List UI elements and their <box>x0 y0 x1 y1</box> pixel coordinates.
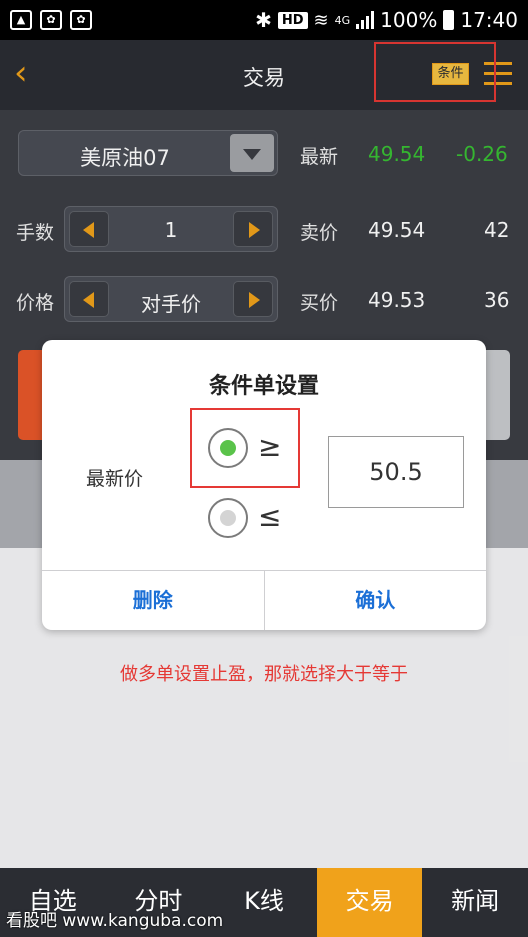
paw-icon: ✿ <box>70 10 92 30</box>
bluetooth-icon: ✱ <box>255 8 272 32</box>
status-bar: ▲ ✿ ✿ ✱ HD ≋ 4G 100% 17:40 <box>0 0 528 40</box>
dialog-title: 条件单设置 <box>208 374 319 399</box>
network-type: 4G <box>334 13 351 27</box>
nav-trade[interactable]: 交易 <box>316 868 423 937</box>
signal-icon <box>356 11 375 29</box>
image-icon: ▲ <box>10 10 32 30</box>
paw-icon: ✿ <box>40 10 62 30</box>
radio-less-equal[interactable] <box>208 498 248 538</box>
less-equal-label: ≤ <box>258 500 282 533</box>
battery-icon <box>443 10 455 30</box>
battery-percent: 100% <box>380 8 438 32</box>
trigger-price-input[interactable]: 50.5 <box>328 436 464 508</box>
delete-button[interactable]: 删除 <box>42 571 264 630</box>
annotation-hint: 做多单设置止盈，那就选择大于等于 <box>120 664 408 685</box>
nav-kline[interactable]: K线 <box>211 868 317 937</box>
highlight-box-radio <box>190 408 300 488</box>
hd-badge: HD <box>277 11 308 29</box>
clock: 17:40 <box>460 8 518 32</box>
wifi-icon: ≋ <box>313 9 329 31</box>
nav-news[interactable]: 新闻 <box>422 868 528 937</box>
watermark: 看股吧 www.kanguba.com <box>6 911 224 931</box>
dialog-footer: 删除 确认 <box>42 570 486 630</box>
latest-price-label: 最新价 <box>86 468 144 490</box>
confirm-button[interactable]: 确认 <box>263 571 487 630</box>
